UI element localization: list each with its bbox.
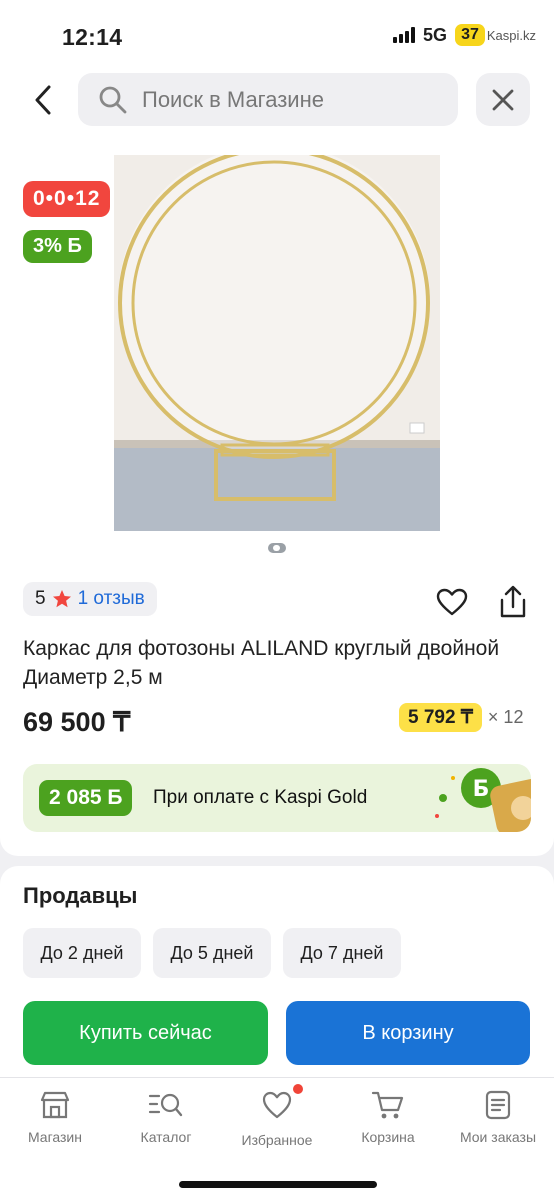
search-icon (99, 86, 127, 113)
status-bar: 12:14 5G 37 Kaspi.kz (0, 0, 554, 72)
kaspi-gold-banner[interactable]: 2 085 Б При оплате с Kaspi Gold Б (23, 764, 531, 832)
reviews-link[interactable]: 1 отзыв (78, 588, 145, 610)
network-label: 5G (423, 24, 448, 45)
nav-item-favorites[interactable]: Избранное (222, 1084, 332, 1148)
search-placeholder: Поиск в Магазине (142, 86, 324, 112)
product-image[interactable] (114, 155, 440, 531)
rating-pill[interactable]: 5 1 отзыв (23, 582, 157, 616)
product-title: Каркас для фотозоны ALILAND круглый двой… (23, 637, 500, 689)
nav-label-favorites: Избранное (241, 1132, 313, 1148)
back-button[interactable] (26, 80, 60, 120)
gold-bonus-badge: 2 085 Б (39, 780, 133, 816)
filter-2-days[interactable]: До 2 дней (23, 928, 141, 978)
nav-item-cart[interactable]: Корзина (333, 1090, 443, 1145)
sellers-title: Продавцы (23, 883, 138, 908)
heart-icon (262, 1091, 292, 1119)
chevron-left-icon (35, 85, 51, 115)
status-right: 5G 37 Kaspi.kz (393, 24, 536, 46)
share-icon (500, 585, 526, 618)
heart-icon (436, 588, 468, 616)
nav-label-shop: Магазин (27, 1129, 82, 1145)
product-card: 0•0•12 3% Б 5 1 отзыв Каркас для фотозон… (0, 142, 554, 856)
product-photo-illustration (114, 155, 440, 531)
product-price: 69 500 ₸ (23, 707, 131, 737)
nav-label-orders: Мои заказы (459, 1129, 537, 1145)
orders-icon (485, 1090, 511, 1120)
installment-months: × 12 (487, 707, 524, 727)
filter-5-days[interactable]: До 5 дней (153, 928, 271, 978)
notification-dot (293, 1084, 303, 1094)
watermark: Kaspi.kz (486, 27, 536, 43)
nav-item-orders[interactable]: Мои заказы (443, 1090, 553, 1145)
timer-badge: 0•0•12 (23, 181, 111, 217)
star-icon (52, 590, 71, 608)
gallery-indicator (268, 543, 286, 553)
nav-label-cart: Корзина (361, 1129, 415, 1145)
installment[interactable]: 5 792 ₸ × 12 (399, 703, 523, 732)
kaspi-gold-card-icon: Б (435, 768, 531, 832)
header: Поиск в Магазине (0, 72, 554, 142)
gold-banner-text: При оплате с Kaspi Gold (153, 787, 368, 808)
add-to-cart-button[interactable]: В корзину (286, 1001, 530, 1065)
rating-value: 5 (35, 588, 46, 609)
svg-text:Б: Б (473, 777, 490, 802)
store-icon (40, 1091, 70, 1119)
share-button[interactable] (498, 585, 528, 624)
search-input[interactable]: Поиск в Магазине (78, 73, 458, 126)
battery-icon: 37 (455, 24, 485, 46)
home-indicator (179, 1181, 377, 1188)
favorite-button[interactable] (436, 588, 468, 621)
catalog-search-icon (148, 1093, 183, 1117)
close-icon (492, 89, 514, 110)
close-button[interactable] (476, 73, 530, 126)
nav-item-catalog[interactable]: Каталог (111, 1090, 221, 1145)
signal-icon (393, 27, 416, 43)
nav-item-shop[interactable]: Магазин (0, 1090, 110, 1145)
nav-label-catalog: Каталог (140, 1129, 192, 1145)
status-time: 12:14 (62, 24, 123, 50)
cart-icon (371, 1091, 404, 1119)
cashback-badge: 3% Б (23, 230, 92, 263)
installment-amount: 5 792 ₸ (399, 703, 482, 732)
buy-now-button[interactable]: Купить сейчас (23, 1001, 268, 1065)
filter-7-days[interactable]: До 7 дней (283, 928, 401, 978)
